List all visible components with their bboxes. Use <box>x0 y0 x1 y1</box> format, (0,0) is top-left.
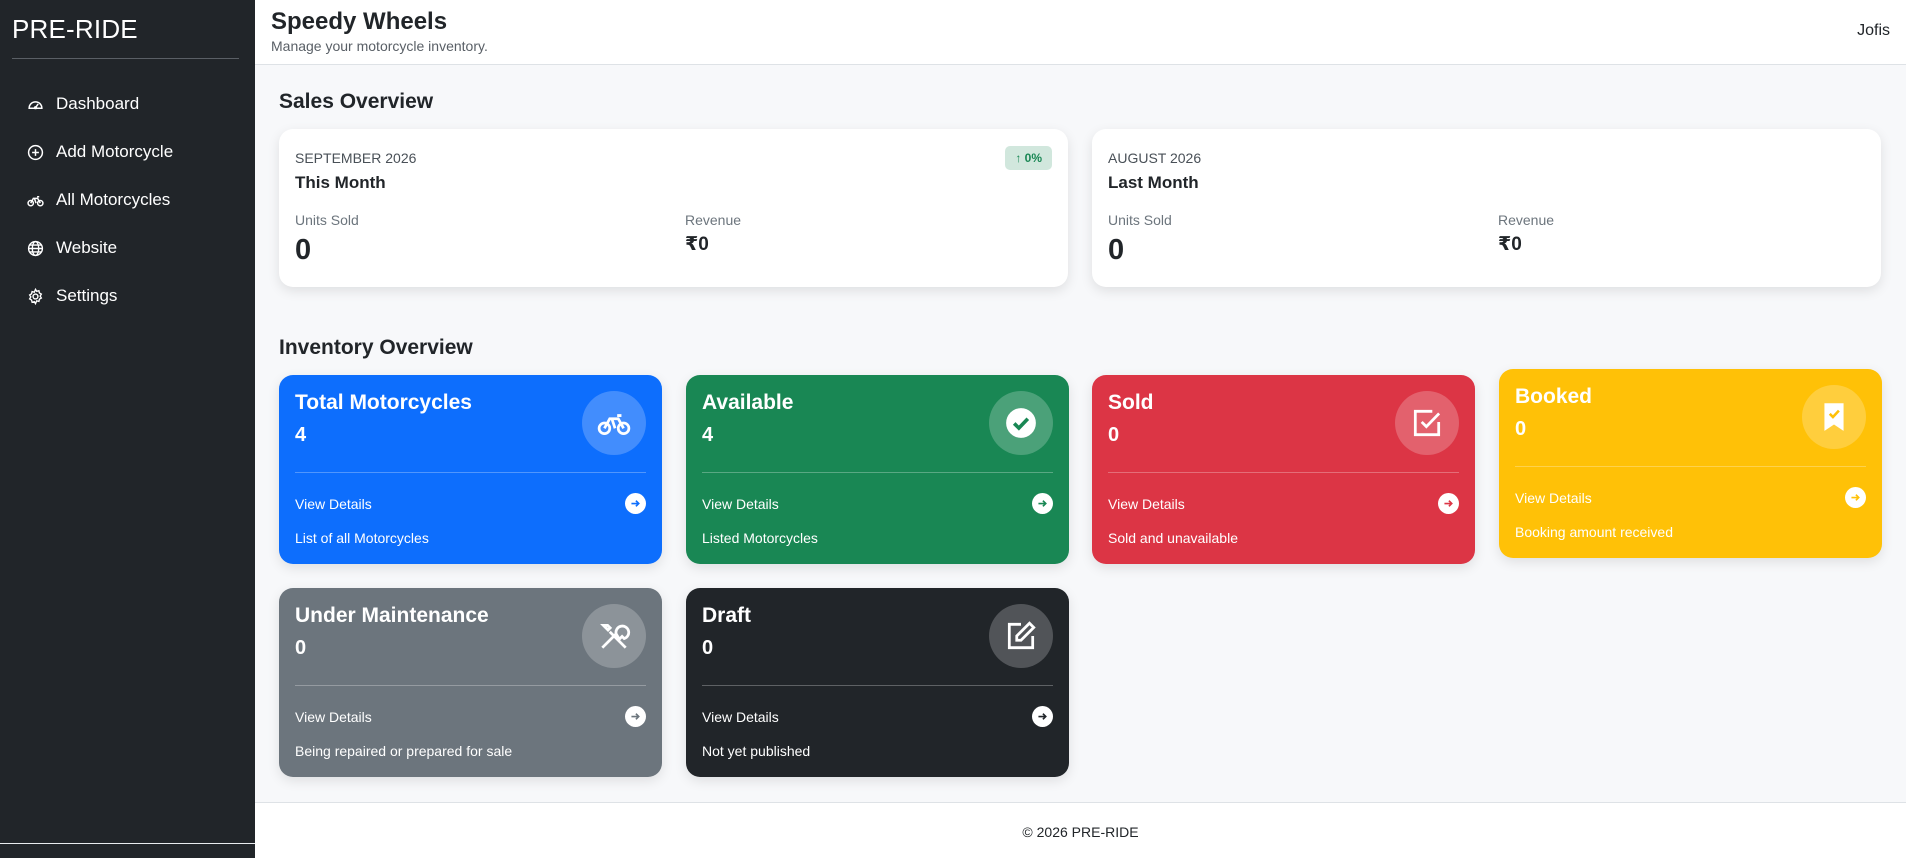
card-divider <box>1515 466 1866 467</box>
sales-card-label: Last Month <box>1108 173 1199 192</box>
globe-icon <box>26 239 44 257</box>
card-draft: Draft 0 View Details Not yet published <box>686 588 1069 777</box>
revenue-value: ₹0 <box>685 234 709 255</box>
sidebar-item-label: Dashboard <box>56 94 140 113</box>
card-count: 0 <box>295 637 307 659</box>
check-circle-icon <box>989 391 1053 455</box>
card-divider <box>702 472 1053 473</box>
sales-period: SEPTEMBER 2026 <box>295 150 417 166</box>
revenue-label: Revenue <box>1498 212 1555 228</box>
card-description: Being repaired or prepared for sale <box>295 743 513 759</box>
sales-card-label: This Month <box>295 173 386 192</box>
card-description: Sold and unavailable <box>1108 530 1238 546</box>
pencil-square-icon <box>989 604 1053 668</box>
sidebar-item-label: All Motorcycles <box>56 190 171 209</box>
sidebar-item-add-motorcycle[interactable]: Add Motorcycle <box>0 128 255 176</box>
arrow-right-icon[interactable] <box>1032 493 1053 514</box>
bookmark-check-icon <box>1802 385 1866 449</box>
card-count: 0 <box>1108 424 1120 446</box>
revenue-value: ₹0 <box>1498 234 1522 255</box>
check-square-icon <box>1395 391 1459 455</box>
view-details-link[interactable]: View Details <box>702 709 779 725</box>
sidebar-item-label: Website <box>56 238 118 257</box>
view-details-link[interactable]: View Details <box>1108 496 1185 512</box>
sidebar-item-dashboard[interactable]: Dashboard <box>0 80 255 128</box>
card-divider <box>702 685 1053 686</box>
arrow-right-icon[interactable] <box>625 493 646 514</box>
sales-card-this-month: SEPTEMBER 2026 This Month ↑ 0% Units Sol… <box>279 129 1068 287</box>
sidebar: PRE-RIDE Dashboard Add Motorcycle All Mo… <box>0 0 255 858</box>
sidebar-item-settings[interactable]: Settings <box>0 272 255 320</box>
card-description: Booking amount received <box>1515 524 1673 540</box>
units-sold-label: Units Sold <box>1108 212 1172 228</box>
bicycle-icon <box>26 191 44 209</box>
card-count: 0 <box>1515 418 1527 440</box>
user-menu[interactable]: Jofis <box>1857 22 1890 40</box>
tools-icon <box>582 604 646 668</box>
card-divider <box>295 472 646 473</box>
view-details-link[interactable]: View Details <box>1515 490 1592 506</box>
page-subtitle: Manage your motorcycle inventory. <box>271 38 488 54</box>
view-details-link[interactable]: View Details <box>702 496 779 512</box>
sidebar-bottom-divider <box>0 843 255 844</box>
units-sold-value: 0 <box>1108 234 1125 266</box>
plus-circle-icon <box>26 143 44 161</box>
units-sold-value: 0 <box>295 234 312 266</box>
card-under-maintenance: Under Maintenance 0 View Details Being r… <box>279 588 662 777</box>
card-count: 4 <box>702 424 714 446</box>
card-title: Available <box>702 391 794 414</box>
card-divider <box>295 685 646 686</box>
sidebar-item-all-motorcycles[interactable]: All Motorcycles <box>0 176 255 224</box>
view-details-link[interactable]: View Details <box>295 496 372 512</box>
change-badge: ↑ 0% <box>1005 146 1052 170</box>
bicycle-icon <box>582 391 646 455</box>
arrow-right-icon[interactable] <box>1845 487 1866 508</box>
sales-card-last-month: AUGUST 2026 Last Month Units Sold 0 Reve… <box>1092 129 1881 287</box>
card-title: Booked <box>1515 385 1593 408</box>
card-count: 4 <box>295 424 307 446</box>
card-total-motorcycles: Total Motorcycles 4 View Details List of… <box>279 375 662 564</box>
speedometer-icon <box>26 95 44 113</box>
card-title: Under Maintenance <box>295 604 489 627</box>
revenue-label: Revenue <box>685 212 742 228</box>
card-description: Not yet published <box>702 743 811 759</box>
card-divider <box>1108 472 1459 473</box>
arrow-right-icon[interactable] <box>1438 493 1459 514</box>
arrow-right-icon[interactable] <box>625 706 646 727</box>
card-available: Available 4 View Details Listed Motorcyc… <box>686 375 1069 564</box>
brand-logo[interactable]: PRE-RIDE <box>12 14 138 45</box>
card-description: List of all Motorcycles <box>295 530 429 546</box>
card-count: 0 <box>702 637 714 659</box>
view-details-link[interactable]: View Details <box>295 709 372 725</box>
sidebar-item-label: Settings <box>56 286 118 305</box>
footer-copyright: © 2026 PRE-RIDE <box>1022 824 1139 840</box>
card-title: Sold <box>1108 391 1154 414</box>
card-title: Total Motorcycles <box>295 391 472 414</box>
sidebar-item-label: Add Motorcycle <box>56 142 174 161</box>
sales-period: AUGUST 2026 <box>1108 150 1202 166</box>
page-header: Speedy Wheels Manage your motorcycle inv… <box>255 0 1906 65</box>
card-booked: Booked 0 View Details Booking amount rec… <box>1499 369 1882 558</box>
sales-overview-title: Sales Overview <box>279 90 434 113</box>
brand-divider <box>12 58 239 59</box>
card-sold: Sold 0 View Details Sold and unavailable <box>1092 375 1475 564</box>
inventory-overview-title: Inventory Overview <box>279 336 473 359</box>
card-title: Draft <box>702 604 752 627</box>
gear-icon <box>26 287 44 305</box>
page-footer: © 2026 PRE-RIDE <box>255 802 1906 858</box>
units-sold-label: Units Sold <box>295 212 359 228</box>
sidebar-nav: Dashboard Add Motorcycle All Motorcycles… <box>0 80 255 320</box>
card-description: Listed Motorcycles <box>702 530 818 546</box>
sidebar-item-website[interactable]: Website <box>0 224 255 272</box>
page-title: Speedy Wheels <box>271 8 448 35</box>
arrow-right-icon[interactable] <box>1032 706 1053 727</box>
